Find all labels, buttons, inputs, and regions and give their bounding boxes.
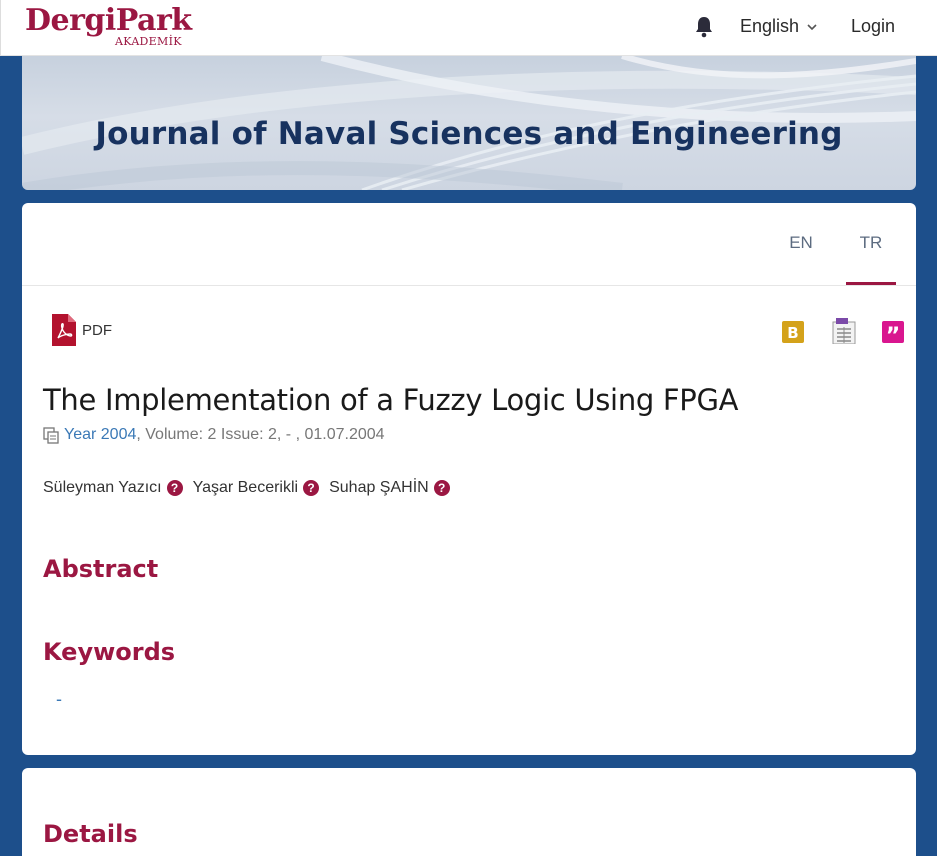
page-background-strip (916, 56, 937, 856)
chevron-down-icon (807, 23, 817, 30)
keywords-heading: Keywords (43, 638, 176, 666)
dergipark-logo[interactable]: DergiPark AKADEMİK (25, 3, 192, 49)
svg-text:”: ” (886, 324, 900, 343)
author-item[interactable]: Suhap ŞAHİN ? (329, 479, 450, 497)
issue-details: , Volume: 2 Issue: 2, - , 01.07.2004 (136, 426, 385, 443)
journal-banner: Journal of Naval Sciences and Engineerin… (22, 56, 916, 190)
pdf-download-link[interactable]: PDF (52, 314, 112, 346)
ris-file-icon[interactable] (832, 318, 856, 344)
tabs-divider (22, 285, 916, 286)
article-title: The Implementation of a Fuzzy Logic Usin… (43, 383, 739, 417)
tab-en[interactable]: EN (776, 203, 826, 285)
author-name: Suhap ŞAHİN (329, 479, 429, 496)
language-tabs: EN TR (776, 203, 896, 285)
author-item[interactable]: Yaşar Becerikli ? (193, 479, 320, 497)
author-item[interactable]: Süleyman Yazıcı ? (43, 479, 183, 497)
journal-title[interactable]: Journal of Naval Sciences and Engineerin… (22, 116, 916, 152)
article-card: EN TR PDF B ” The Implementation of a Fu… (22, 203, 916, 755)
cite-quote-icon[interactable]: ” (882, 321, 904, 343)
svg-text:B: B (787, 324, 798, 342)
keyword-item[interactable]: - (56, 689, 62, 710)
question-circle-icon[interactable]: ? (303, 480, 320, 496)
author-name: Yaşar Becerikli (192, 479, 299, 496)
pdf-icon (52, 314, 76, 346)
issue-year-link[interactable]: Year 2004 (64, 426, 136, 443)
pdf-label: PDF (82, 321, 112, 339)
author-name: Süleyman Yazıcı (43, 479, 162, 496)
abstract-heading: Abstract (43, 555, 159, 583)
details-heading: Details (43, 820, 138, 848)
article-meta: Year 2004, Volume: 2 Issue: 2, - , 01.07… (43, 426, 385, 444)
top-navbar: DergiPark AKADEMİK English Login (0, 0, 937, 56)
tab-tr[interactable]: TR (846, 203, 896, 285)
logo-text: DergiPark (25, 3, 192, 38)
language-label: English (740, 16, 800, 36)
details-card: Details (22, 768, 916, 856)
logo-subtext: AKADEMİK (115, 35, 182, 48)
language-dropdown[interactable]: English (740, 16, 817, 37)
bibtex-icon[interactable]: B (782, 321, 804, 343)
login-link[interactable]: Login (851, 16, 895, 37)
question-circle-icon[interactable]: ? (166, 480, 183, 496)
copy-icon (43, 426, 59, 444)
author-list: Süleyman Yazıcı ? Yaşar Becerikli ? Suha… (43, 479, 450, 497)
question-circle-icon[interactable]: ? (433, 480, 450, 496)
bell-icon[interactable] (694, 16, 714, 38)
